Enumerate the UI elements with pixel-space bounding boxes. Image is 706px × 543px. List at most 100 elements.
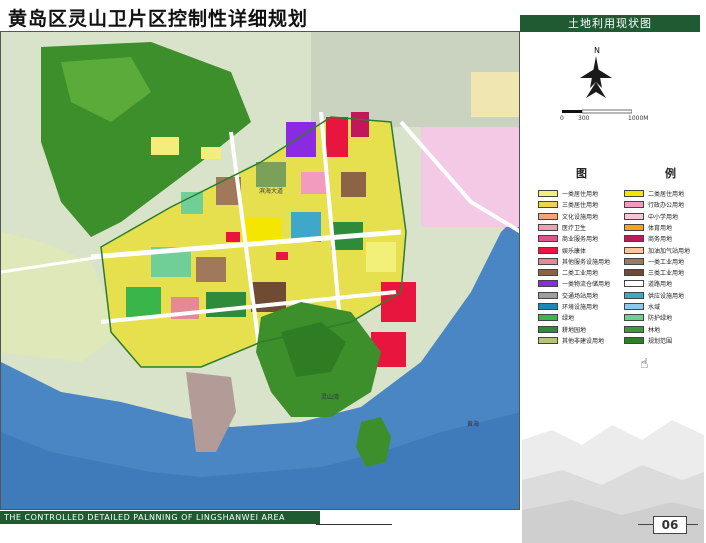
legend-item: 娱乐康体 bbox=[538, 245, 586, 256]
scale-end: 1000M bbox=[628, 115, 649, 122]
legend-swatch bbox=[538, 314, 558, 322]
legend-swatch bbox=[624, 246, 644, 254]
legend-label: 一类物流仓储用地 bbox=[562, 281, 611, 289]
legend-swatch bbox=[538, 280, 558, 288]
green-block bbox=[126, 287, 161, 317]
map-canvas bbox=[1, 32, 519, 509]
legend-item: 供应设施用地 bbox=[624, 290, 684, 301]
legend-swatch bbox=[624, 269, 644, 277]
business-block bbox=[351, 112, 369, 137]
legend-item: 三类居住用地 bbox=[538, 199, 598, 210]
legend-swatch bbox=[538, 212, 558, 220]
legend-label: 中小学用地 bbox=[648, 213, 679, 221]
north-arrow-icon bbox=[580, 56, 612, 98]
legend-swatch bbox=[538, 235, 558, 243]
legend-label: 绿地 bbox=[562, 315, 575, 323]
panel-title: 土地利用现状图 bbox=[520, 15, 700, 32]
legend-label: 三类工业用地 bbox=[648, 270, 685, 278]
legend-label: 交通场站用地 bbox=[562, 292, 599, 300]
legend-label: 供应设施用地 bbox=[648, 292, 685, 300]
legend-swatch bbox=[624, 280, 644, 288]
legend-label: 二类居住用地 bbox=[648, 191, 685, 198]
legend-swatch bbox=[538, 201, 558, 209]
patch bbox=[201, 147, 221, 159]
legend-label: 加油加气站用地 bbox=[648, 247, 691, 255]
scale-bar bbox=[562, 109, 632, 114]
legend-label: 环境设施用地 bbox=[562, 304, 599, 311]
logistics-block bbox=[286, 122, 316, 157]
page-number: 06 bbox=[653, 516, 687, 534]
small-red bbox=[226, 232, 240, 242]
legend-item: 耕地园地 bbox=[538, 324, 586, 335]
legend-item: 加油加气站用地 bbox=[624, 245, 690, 256]
legend-item: 其他非建设用地 bbox=[538, 335, 604, 346]
legend-item: 一类居住用地 bbox=[538, 188, 598, 199]
legend-title-right: 例 bbox=[665, 167, 676, 180]
legend-item: 绿地 bbox=[538, 312, 574, 323]
bay-label: 灵山湾 bbox=[321, 394, 340, 401]
legend-swatch bbox=[538, 303, 558, 310]
legend-item: 一类工业用地 bbox=[624, 256, 684, 267]
legend-item: 规划范围 bbox=[624, 335, 672, 346]
legend-item: 行政办公用地 bbox=[624, 199, 684, 210]
legend-swatch bbox=[624, 336, 644, 344]
bottom-line bbox=[316, 524, 392, 525]
legend-item: 文化设施用地 bbox=[538, 211, 598, 222]
legend-swatch bbox=[624, 201, 644, 209]
legend-item: 道路用地 bbox=[624, 278, 672, 289]
legend-label: 商业服务用地 bbox=[562, 236, 599, 244]
commercial-block bbox=[381, 282, 416, 322]
farmland-block bbox=[206, 292, 246, 317]
legend-label: 文化设施用地 bbox=[562, 213, 599, 221]
legend-swatch bbox=[624, 257, 644, 265]
patch bbox=[151, 137, 179, 155]
small-red bbox=[276, 252, 288, 260]
commercial-block bbox=[326, 117, 348, 157]
legend-label: 规划范围 bbox=[648, 337, 673, 345]
legend-label: 耕地园地 bbox=[562, 326, 587, 334]
green-block bbox=[256, 162, 286, 187]
legend-item: 其他服务设施用地 bbox=[538, 256, 610, 267]
legend-item: 水域 bbox=[624, 301, 660, 312]
legend-title: 图 例 bbox=[576, 165, 676, 181]
legend-label: 娱乐康体 bbox=[562, 247, 587, 255]
legend-swatch bbox=[538, 336, 558, 344]
hand-cursor-icon[interactable]: ☝ bbox=[640, 356, 649, 372]
green-block bbox=[181, 192, 203, 214]
page-title: 黄岛区灵山卫片区控制性详细规划 bbox=[8, 8, 309, 30]
legend-swatch bbox=[624, 291, 644, 299]
bottom-banner: THE CONTROLLED DETAILED PALNNING OF LING… bbox=[0, 511, 320, 524]
legend-swatch bbox=[624, 314, 644, 322]
legend-label: 其他非建设用地 bbox=[562, 337, 605, 345]
legend-label: 水域 bbox=[648, 304, 661, 311]
legend-swatch bbox=[538, 223, 558, 231]
legend-swatch bbox=[538, 246, 558, 254]
legend-item: 二类居住用地 bbox=[624, 188, 684, 199]
legend-title-left: 图 bbox=[576, 167, 587, 180]
land-use-map[interactable]: 滨海大道 灵山湾 黄海 bbox=[0, 31, 520, 510]
legend-label: 一类居住用地 bbox=[562, 191, 599, 198]
legend-swatch bbox=[624, 235, 644, 243]
legend-label: 林地 bbox=[648, 326, 661, 334]
legend-label: 二类工业用地 bbox=[562, 270, 599, 278]
industrial-block bbox=[196, 257, 226, 282]
legend-item: 三类工业用地 bbox=[624, 267, 684, 278]
legend-item: 防护绿地 bbox=[624, 312, 672, 323]
legend-item: 中小学用地 bbox=[624, 211, 678, 222]
legend-swatch bbox=[624, 223, 644, 231]
legend-item: 商务用地 bbox=[624, 233, 672, 244]
legend-label: 防护绿地 bbox=[648, 315, 673, 323]
legend-swatch bbox=[624, 303, 644, 310]
road-label: 滨海大道 bbox=[259, 188, 284, 195]
legend-swatch bbox=[538, 190, 558, 197]
pink-zone bbox=[421, 127, 519, 227]
legend-item: 交通场站用地 bbox=[538, 290, 598, 301]
legend-swatch bbox=[624, 325, 644, 333]
yellow-ne bbox=[471, 72, 519, 117]
legend-item: 二类工业用地 bbox=[538, 267, 598, 278]
sea-label: 黄海 bbox=[467, 421, 480, 428]
legend-label: 行政办公用地 bbox=[648, 202, 685, 210]
legend-label: 三类居住用地 bbox=[562, 202, 599, 210]
legend-label: 商务用地 bbox=[648, 236, 673, 244]
legend-item: 环境设施用地 bbox=[538, 301, 598, 312]
